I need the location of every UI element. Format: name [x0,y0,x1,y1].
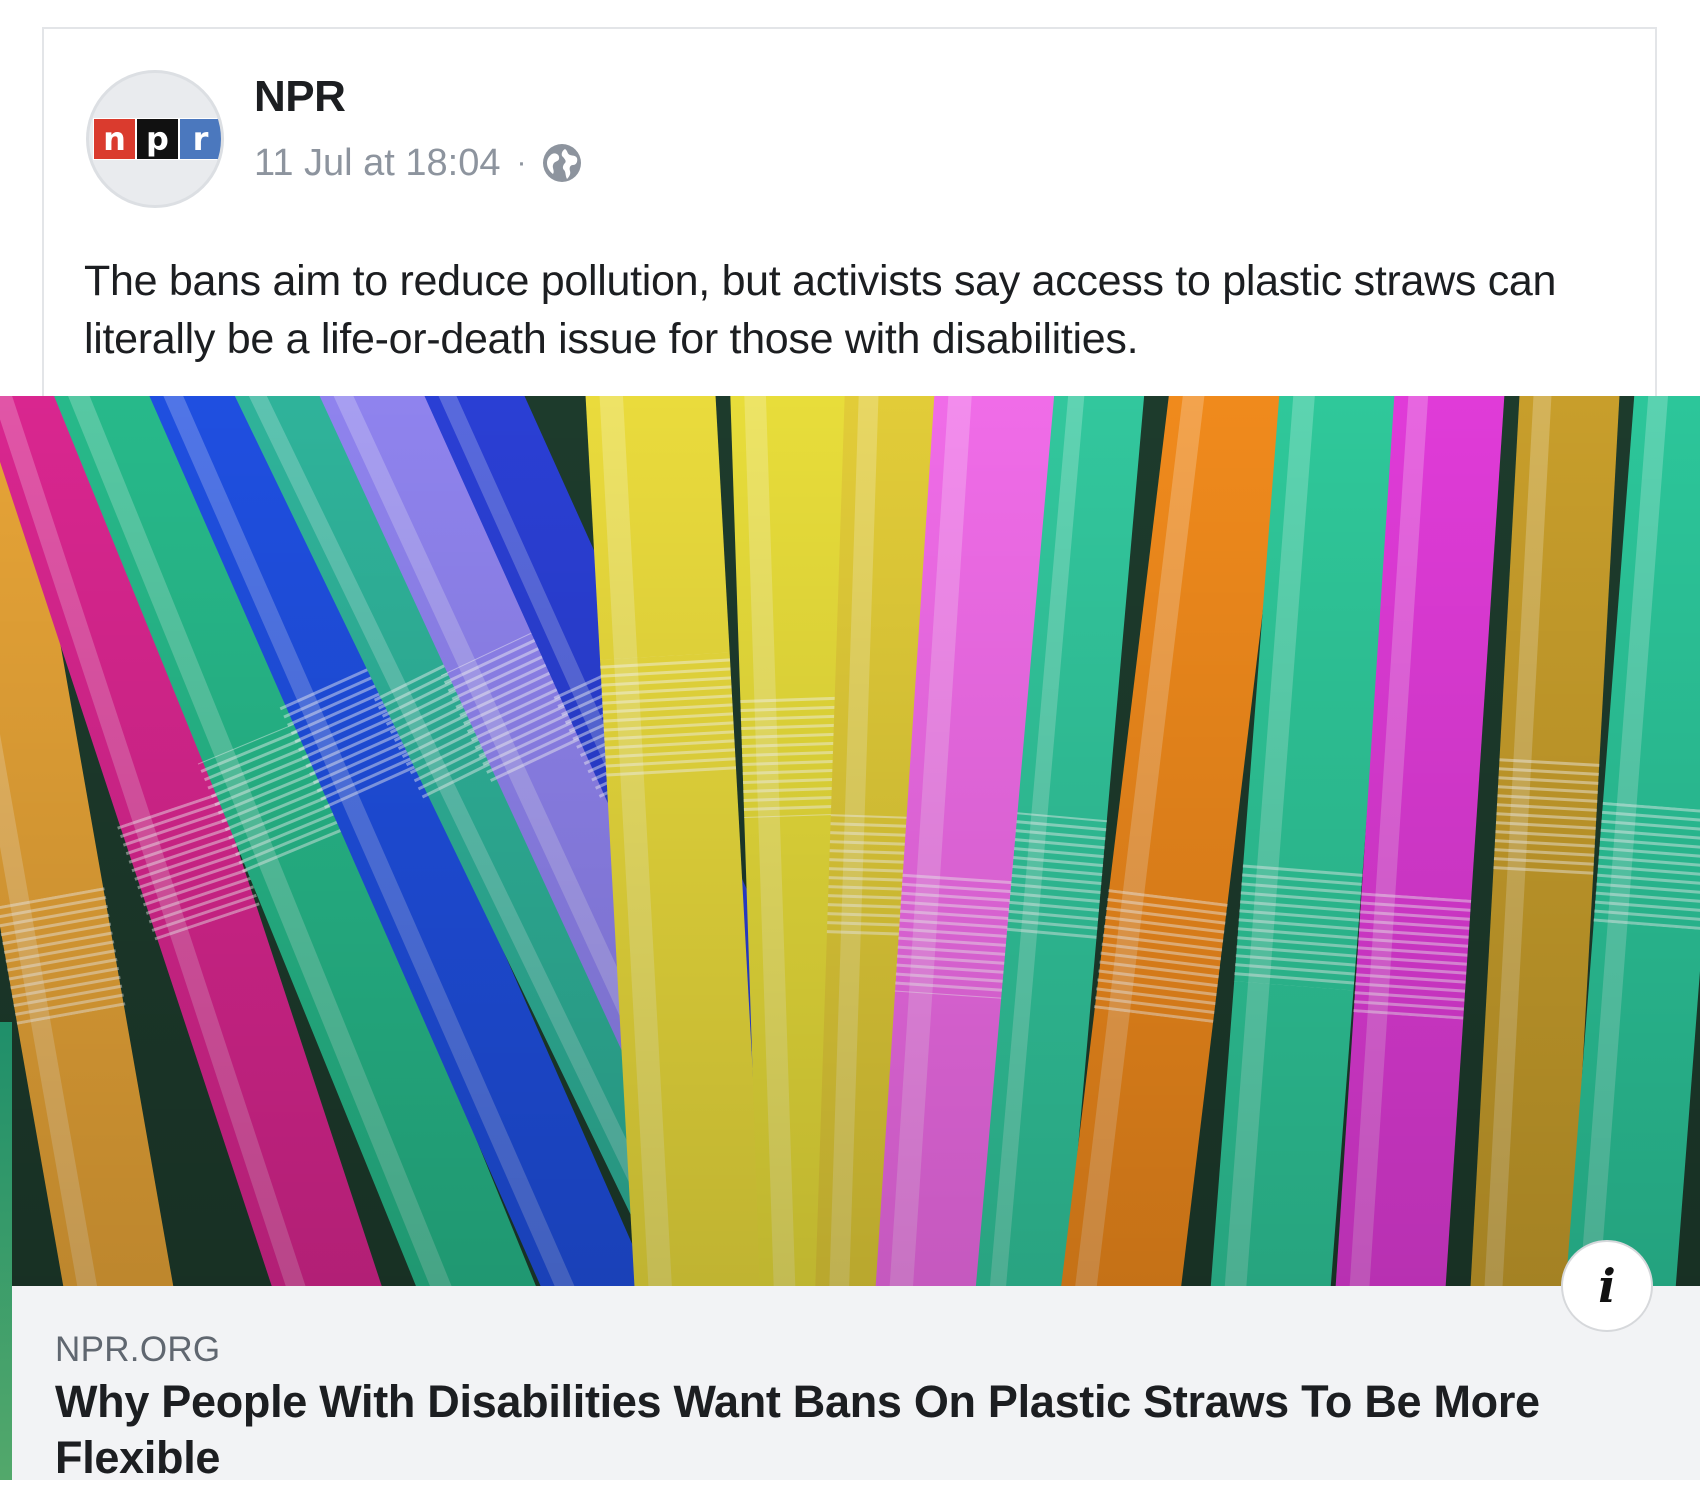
straws-photo [0,396,1700,1286]
link-preview-footer[interactable]: NPR.ORG Why People With Disabilities Wan… [12,1286,1700,1483]
globe-icon[interactable] [540,141,584,185]
page-name[interactable]: NPR [254,72,346,122]
npr-logo-p: p [136,118,179,160]
meta-separator: · [516,146,527,179]
post-timestamp[interactable]: 11 Jul at 18:04 [254,142,500,185]
post-text: The bans aim to reduce pollution, but ac… [84,257,1557,363]
left-accent-bar [0,1022,12,1480]
post-meta: 11 Jul at 18:04 · [254,138,584,188]
npr-logo-n: n [93,118,136,160]
link-title[interactable]: Why People With Disabilities Want Bans O… [55,1374,1615,1486]
npr-logo-r: r [179,118,221,160]
link-preview-image[interactable] [0,396,1700,1286]
link-domain: NPR.ORG [55,1330,221,1369]
info-icon[interactable]: i [1561,1240,1653,1332]
npr-logo: n p r [93,118,221,160]
page-avatar[interactable]: n p r [86,70,224,208]
